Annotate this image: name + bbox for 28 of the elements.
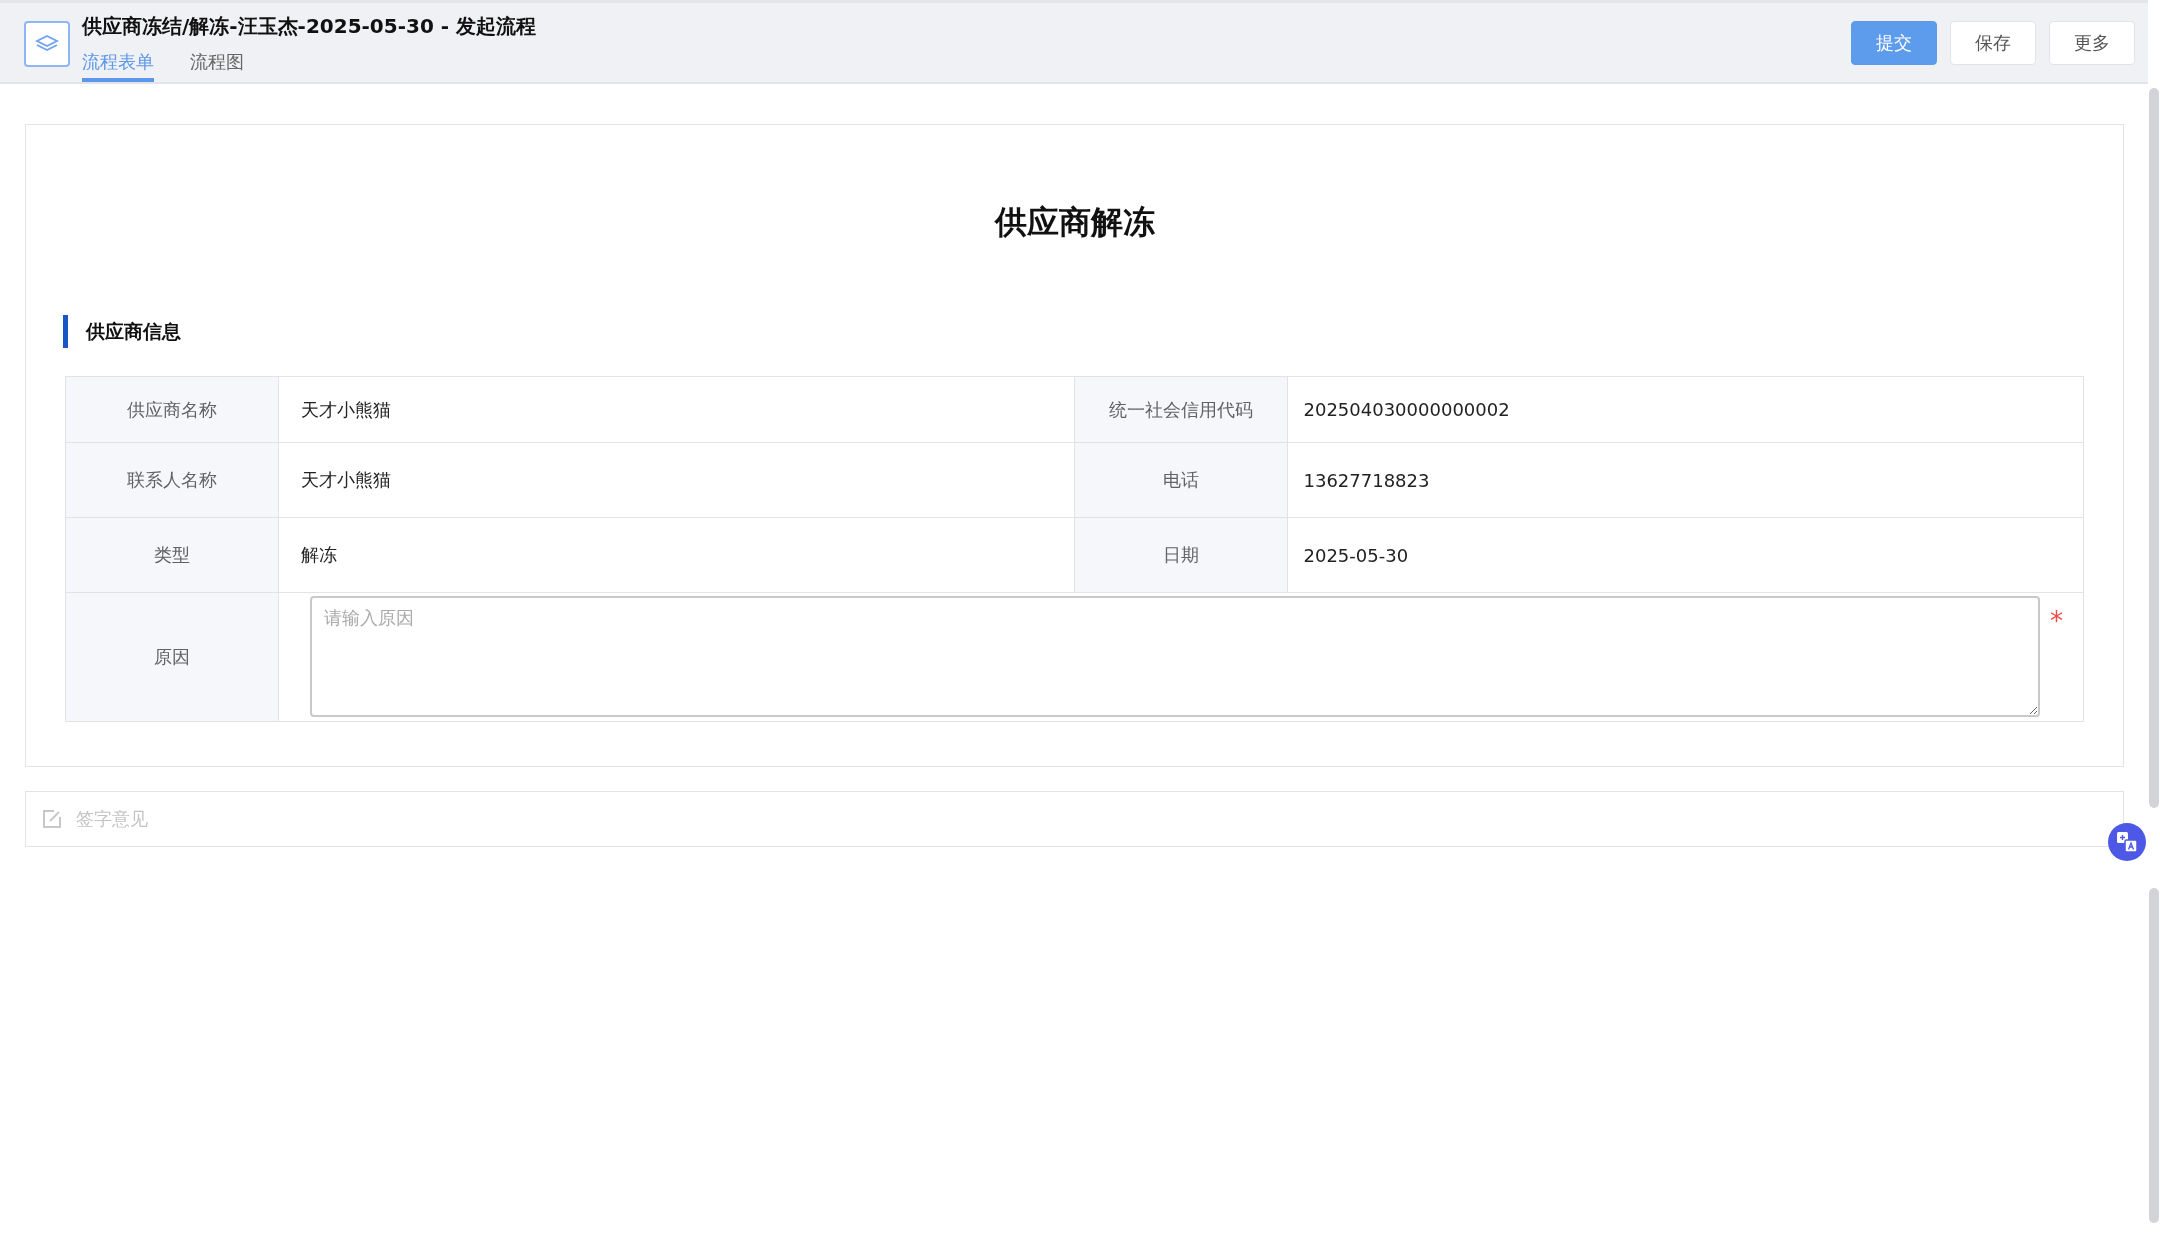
- page-title: 供应商冻结/解冻-汪玉杰-2025-05-30 - 发起流程: [82, 13, 538, 40]
- field-label: 日期: [1074, 518, 1288, 593]
- required-mark: *: [2050, 608, 2063, 634]
- layers-icon: [24, 21, 70, 67]
- field-value: 解冻: [279, 518, 1075, 593]
- translate-button[interactable]: [2108, 823, 2146, 861]
- field-value: 202504030000000002: [1287, 377, 2083, 443]
- field-value: 天才小熊猫: [279, 377, 1075, 443]
- reason-field[interactable]: 请输入原因: [310, 596, 2040, 717]
- field-value: 13627718823: [1287, 443, 2083, 518]
- submit-button[interactable]: 提交: [1851, 20, 1937, 65]
- action-button[interactable]: 保存: [1950, 20, 2036, 65]
- field-label: 联系人名称: [66, 443, 279, 518]
- field-label: 类型: [66, 518, 279, 593]
- field-label: 原因: [66, 593, 279, 722]
- section-heading: 供应商信息: [63, 315, 2084, 348]
- field-label: 统一社会信用代码: [1074, 377, 1288, 443]
- action-button[interactable]: 更多: [2049, 20, 2135, 65]
- translate-icon: [2116, 831, 2138, 853]
- edit-icon: [42, 809, 62, 829]
- tab[interactable]: 流程图: [190, 50, 244, 82]
- field-label: 供应商名称: [66, 377, 279, 443]
- form-title: 供应商解冻: [993, 202, 1156, 243]
- field-value: 2025-05-30: [1287, 518, 2083, 593]
- tab[interactable]: 流程表单: [82, 50, 154, 82]
- field-label: 电话: [1074, 443, 1288, 518]
- field-value: 天才小熊猫: [279, 443, 1075, 518]
- sign-opinion-label: 签字意见: [76, 807, 148, 831]
